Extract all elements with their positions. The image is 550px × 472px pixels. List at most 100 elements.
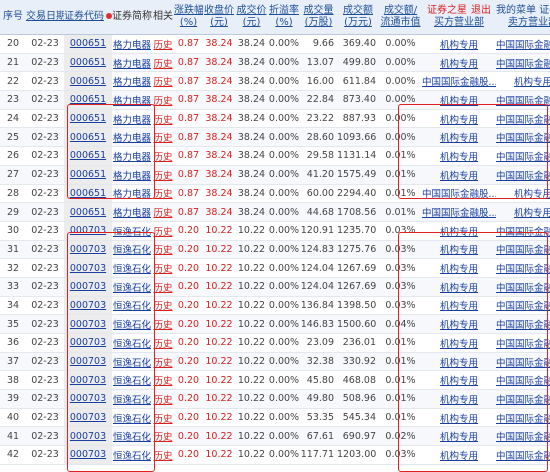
- row-history-link[interactable]: 历史: [153, 376, 172, 387]
- row-buyer-link[interactable]: 机构专用: [440, 245, 478, 256]
- row-code-link[interactable]: 000651: [70, 113, 106, 124]
- row-code-link[interactable]: 000703: [70, 449, 106, 460]
- row-name-link[interactable]: 恒逸石化: [113, 283, 151, 294]
- row-buyer-link[interactable]: 机构专用: [440, 152, 478, 163]
- row-code-link[interactable]: 000703: [70, 225, 106, 236]
- row-seller-link[interactable]: 中国国际金融股...: [496, 264, 550, 275]
- row-buyer-link[interactable]: 机构专用: [440, 227, 478, 238]
- row-buyer-link[interactable]: 机构专用: [440, 320, 478, 331]
- row-buyer-link[interactable]: 机构专用: [440, 395, 478, 406]
- row-buyer-link[interactable]: 中国国际金融股...: [422, 208, 496, 219]
- row-buyer-link[interactable]: 机构专用: [440, 339, 478, 350]
- favorites-link[interactable]: 证券之星: [427, 5, 467, 16]
- row-code-link[interactable]: 000651: [70, 188, 106, 199]
- buyer-header-label[interactable]: 买方营业部: [434, 17, 484, 28]
- row-name-link[interactable]: 格力电器: [113, 208, 151, 219]
- securities-trade-link[interactable]: 证券交易: [539, 5, 550, 16]
- row-history-link[interactable]: 历史: [153, 245, 172, 256]
- row-buyer-link[interactable]: 机构专用: [440, 301, 478, 312]
- row-code-link[interactable]: 000703: [70, 244, 106, 255]
- row-name-link[interactable]: 恒逸石化: [113, 320, 151, 331]
- row-seller-link[interactable]: 中国国际金融股...: [496, 376, 550, 387]
- row-seller-link[interactable]: 中国国际金融股...: [496, 432, 550, 443]
- row-buyer-link[interactable]: 机构专用: [440, 96, 478, 107]
- row-name-link[interactable]: 格力电器: [113, 96, 151, 107]
- row-seller-link[interactable]: 中国国际金融股...: [496, 283, 550, 294]
- col-code[interactable]: 证券代码: [64, 0, 112, 35]
- row-seller-link[interactable]: 机构专用: [514, 189, 550, 200]
- row-code-link[interactable]: 000651: [70, 38, 106, 49]
- row-seller-link[interactable]: 机构专用: [514, 208, 550, 219]
- row-code-link[interactable]: 000651: [70, 57, 106, 68]
- row-name-link[interactable]: 恒逸石化: [113, 432, 151, 443]
- row-buyer-link[interactable]: 机构专用: [440, 133, 478, 144]
- row-history-link[interactable]: 历史: [153, 451, 172, 462]
- row-history-link[interactable]: 历史: [153, 358, 172, 369]
- row-name-link[interactable]: 恒逸石化: [113, 227, 151, 238]
- row-code-link[interactable]: 000703: [70, 412, 106, 423]
- row-code-link[interactable]: 000651: [70, 169, 106, 180]
- col-price[interactable]: 成交价 (元): [235, 0, 268, 35]
- row-history-link[interactable]: 历史: [153, 283, 172, 294]
- col-discount[interactable]: 折溢率 (%): [268, 0, 300, 35]
- row-name-link[interactable]: 恒逸石化: [113, 301, 151, 312]
- row-code-link[interactable]: 000703: [70, 393, 106, 404]
- row-name-link[interactable]: 恒逸石化: [113, 451, 151, 462]
- row-seller-link[interactable]: 中国国际金融股...: [496, 414, 550, 425]
- row-buyer-link[interactable]: 机构专用: [440, 414, 478, 425]
- row-code-link[interactable]: 000703: [70, 431, 106, 442]
- row-buyer-link[interactable]: 机构专用: [440, 40, 478, 51]
- row-name-link[interactable]: 格力电器: [113, 59, 151, 70]
- row-history-link[interactable]: 历史: [153, 152, 172, 163]
- row-buyer-link[interactable]: 机构专用: [440, 451, 478, 462]
- row-code-link[interactable]: 000703: [70, 319, 106, 330]
- row-seller-link[interactable]: 中国国际金融股...: [496, 40, 550, 51]
- row-name-link[interactable]: 格力电器: [113, 152, 151, 163]
- row-code-link[interactable]: 000703: [70, 281, 106, 292]
- row-history-link[interactable]: 历史: [153, 189, 172, 200]
- row-seller-link[interactable]: 中国国际金融股...: [496, 301, 550, 312]
- row-name-link[interactable]: 恒逸石化: [113, 245, 151, 256]
- row-buyer-link[interactable]: 中国国际金融股...: [422, 77, 496, 88]
- row-history-link[interactable]: 历史: [153, 171, 172, 182]
- row-name-link[interactable]: 恒逸石化: [113, 264, 151, 275]
- row-name-link[interactable]: 恒逸石化: [113, 339, 151, 350]
- row-seller-link[interactable]: 中国国际金融股...: [496, 245, 550, 256]
- row-name-link[interactable]: 恒逸石化: [113, 376, 151, 387]
- row-code-link[interactable]: 000651: [70, 94, 106, 105]
- row-history-link[interactable]: 历史: [153, 133, 172, 144]
- my-menu-link[interactable]: 我的菜单: [496, 5, 536, 16]
- row-code-link[interactable]: 000651: [70, 132, 106, 143]
- row-history-link[interactable]: 历史: [153, 395, 172, 406]
- row-seller-link[interactable]: 中国国际金融股...: [496, 133, 550, 144]
- row-seller-link[interactable]: 中国国际金融股...: [496, 171, 550, 182]
- row-seller-link[interactable]: 中国国际金融股...: [496, 152, 550, 163]
- row-buyer-link[interactable]: 机构专用: [440, 432, 478, 443]
- row-seller-link[interactable]: 机构专用: [514, 77, 550, 88]
- col-date[interactable]: 交易日期: [26, 0, 64, 35]
- row-seller-link[interactable]: 中国国际金融股...: [496, 115, 550, 126]
- row-code-link[interactable]: 000651: [70, 76, 106, 87]
- row-name-link[interactable]: 恒逸石化: [113, 395, 151, 406]
- row-seller-link[interactable]: 中国国际金融股...: [496, 320, 550, 331]
- row-buyer-link[interactable]: 机构专用: [440, 283, 478, 294]
- row-name-link[interactable]: 格力电器: [113, 77, 151, 88]
- row-history-link[interactable]: 历史: [153, 59, 172, 70]
- row-history-link[interactable]: 历史: [153, 77, 172, 88]
- col-close[interactable]: 收盘价 (元): [203, 0, 235, 35]
- row-history-link[interactable]: 历史: [153, 96, 172, 107]
- row-name-link[interactable]: 格力电器: [113, 189, 151, 200]
- logout-link[interactable]: 退出: [471, 5, 491, 16]
- row-code-link[interactable]: 000651: [70, 150, 106, 161]
- row-code-link[interactable]: 000703: [70, 300, 106, 311]
- row-buyer-link[interactable]: 机构专用: [440, 376, 478, 387]
- row-code-link[interactable]: 000703: [70, 337, 106, 348]
- col-amount[interactable]: 成交额 (万元): [337, 0, 379, 35]
- row-history-link[interactable]: 历史: [153, 227, 172, 238]
- row-name-link[interactable]: 格力电器: [113, 171, 151, 182]
- row-code-link[interactable]: 000703: [70, 263, 106, 274]
- row-code-link[interactable]: 000651: [70, 207, 106, 218]
- row-code-link[interactable]: 000703: [70, 375, 106, 386]
- row-buyer-link[interactable]: 机构专用: [440, 171, 478, 182]
- row-seller-link[interactable]: 中国国际金融股...: [496, 339, 550, 350]
